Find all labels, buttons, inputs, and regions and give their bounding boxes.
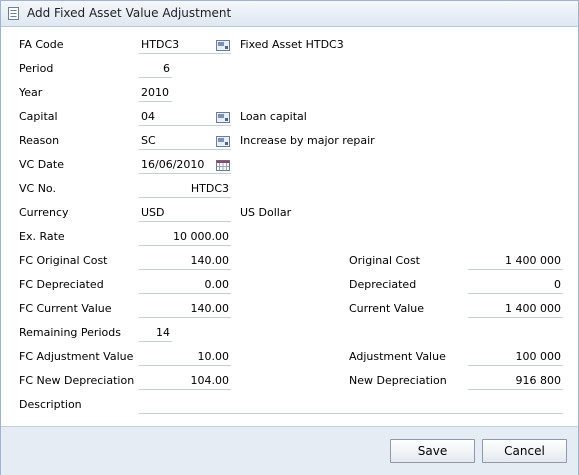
ex-rate-label: Ex. Rate xyxy=(19,230,65,243)
ex-rate-value: 10 000.00 xyxy=(173,230,229,243)
ex-rate-field[interactable]: 10 000.00 xyxy=(139,229,231,246)
fa-code-label: FA Code xyxy=(19,38,64,51)
fc-original-cost-label: FC Original Cost xyxy=(19,254,108,267)
fc-new-depreciation-label: FC New Depreciation xyxy=(19,374,135,387)
depreciated-label: Depreciated xyxy=(349,278,417,291)
capital-label: Capital xyxy=(19,110,58,123)
fc-depreciated-label: FC Depreciated xyxy=(19,278,104,291)
capital-value: 04 xyxy=(141,110,155,123)
capital-description: Loan capital xyxy=(240,110,307,123)
description-field[interactable] xyxy=(139,397,563,414)
fc-adjustment-value-field[interactable]: 10.00 xyxy=(139,349,231,366)
current-value-value: 1 400 000 xyxy=(505,302,561,315)
fc-current-value-value: 140.00 xyxy=(190,302,230,315)
original-cost-value: 1 400 000 xyxy=(505,254,561,267)
lookup-icon[interactable] xyxy=(216,40,230,51)
save-button[interactable]: Save xyxy=(390,439,475,463)
depreciated-field[interactable]: 0 xyxy=(468,277,563,294)
adjustment-value-value: 100 000 xyxy=(515,350,562,363)
currency-field[interactable]: USD xyxy=(139,205,231,222)
original-cost-label: Original Cost xyxy=(349,254,420,267)
current-value-label: Current Value xyxy=(349,302,425,315)
period-field[interactable]: 6 xyxy=(139,61,172,78)
currency-value: USD xyxy=(141,206,165,219)
vc-date-label: VC Date xyxy=(19,158,64,171)
fc-current-value-label: FC Current Value xyxy=(19,302,112,315)
fc-adjustment-value-label: FC Adjustment Value xyxy=(19,350,134,363)
year-label: Year xyxy=(19,86,43,99)
button-bar: Save Cancel xyxy=(1,426,578,475)
depreciated-value: 0 xyxy=(554,278,561,291)
vc-date-value: 16/06/2010 xyxy=(141,158,205,171)
vc-no-label: VC No. xyxy=(19,182,56,195)
currency-label: Currency xyxy=(19,206,69,219)
currency-description: US Dollar xyxy=(240,206,292,219)
year-field[interactable]: 2010 xyxy=(139,85,172,102)
period-value: 6 xyxy=(163,62,170,75)
title-bar: Add Fixed Asset Value Adjustment xyxy=(1,1,578,27)
fc-adjustment-value-value: 10.00 xyxy=(197,350,230,363)
calendar-icon[interactable] xyxy=(216,160,230,171)
year-value: 2010 xyxy=(141,86,169,99)
fc-depreciated-field[interactable]: 0.00 xyxy=(139,277,231,294)
adjustment-value-field[interactable]: 100 000 xyxy=(468,349,563,366)
vc-no-value: HTDC3 xyxy=(190,182,229,195)
dialog-window: Add Fixed Asset Value Adjustment FA Code… xyxy=(0,0,579,475)
remaining-periods-field[interactable]: 14 xyxy=(139,325,172,342)
remaining-periods-label: Remaining Periods xyxy=(19,326,121,339)
form-icon xyxy=(8,7,19,20)
new-depreciation-label: New Depreciation xyxy=(349,374,447,387)
reason-label: Reason xyxy=(19,134,60,147)
lookup-icon[interactable] xyxy=(216,136,230,147)
fc-new-depreciation-value: 104.00 xyxy=(190,374,230,387)
fc-depreciated-value: 0.00 xyxy=(204,278,230,291)
dialog-title: Add Fixed Asset Value Adjustment xyxy=(27,6,232,20)
remaining-periods-value: 14 xyxy=(156,326,170,339)
current-value-field[interactable]: 1 400 000 xyxy=(468,301,563,318)
lookup-icon[interactable] xyxy=(216,112,230,123)
fc-new-depreciation-field[interactable]: 104.00 xyxy=(139,373,231,390)
new-depreciation-field[interactable]: 916 800 xyxy=(468,373,563,390)
fa-code-value: HTDC3 xyxy=(141,38,180,51)
vc-no-field[interactable]: HTDC3 xyxy=(139,181,231,198)
fa-code-description: Fixed Asset HTDC3 xyxy=(240,38,344,51)
cancel-button[interactable]: Cancel xyxy=(482,439,567,463)
original-cost-field[interactable]: 1 400 000 xyxy=(468,253,563,270)
reason-description: Increase by major repair xyxy=(240,134,375,147)
reason-value: SC xyxy=(141,134,156,147)
period-label: Period xyxy=(19,62,54,75)
fc-original-cost-field[interactable]: 140.00 xyxy=(139,253,231,270)
fc-current-value-field[interactable]: 140.00 xyxy=(139,301,231,318)
new-depreciation-value: 916 800 xyxy=(515,374,562,387)
description-label: Description xyxy=(19,398,82,411)
adjustment-value-label: Adjustment Value xyxy=(349,350,446,363)
fc-original-cost-value: 140.00 xyxy=(190,254,230,267)
